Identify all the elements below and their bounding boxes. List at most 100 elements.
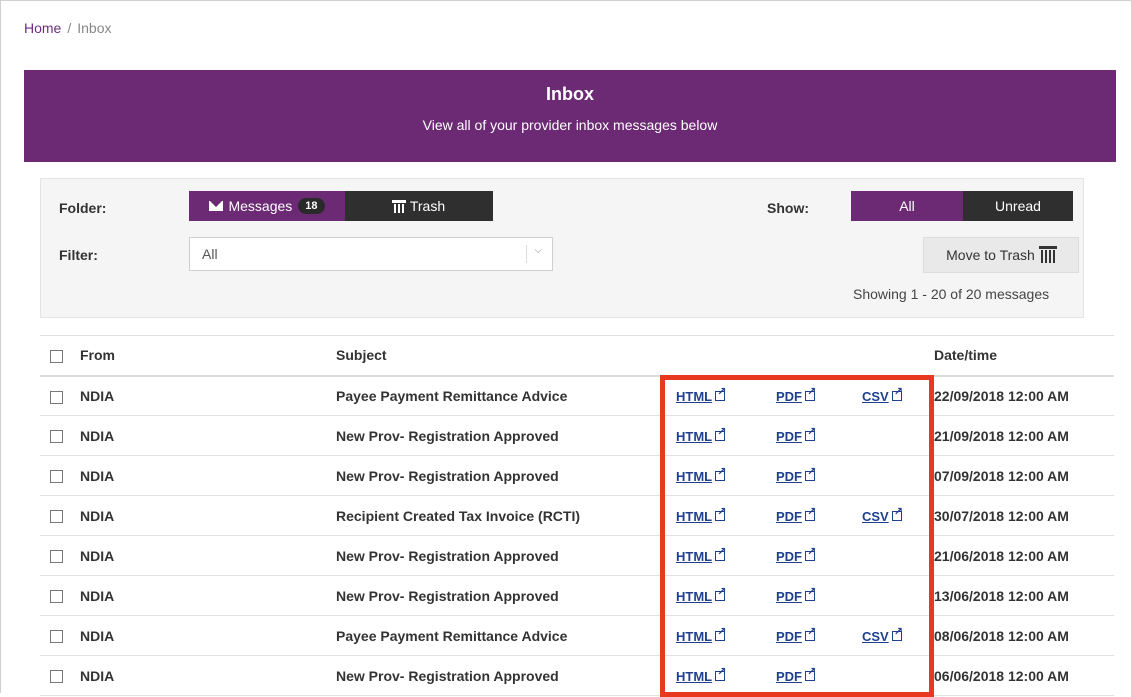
row-checkbox[interactable]	[50, 390, 63, 404]
pdf-link[interactable]: PDF	[776, 549, 802, 564]
html-cell: HTML	[676, 655, 776, 696]
pdf-link[interactable]: PDF	[776, 389, 802, 404]
row-checkbox-cell	[40, 415, 80, 456]
datetime-cell: 21/06/2018 12:00 AM	[934, 535, 1114, 576]
inbox-controls-panel: Folder: Messages 18 Trash Show: All Unre…	[40, 178, 1084, 318]
datetime-cell: 07/09/2018 12:00 AM	[934, 455, 1114, 496]
table-row[interactable]: NDIA Recipient Created Tax Invoice (RCTI)…	[40, 495, 1114, 536]
row-checkbox[interactable]	[50, 590, 63, 604]
subject-cell[interactable]: Payee Payment Remittance Advice	[336, 375, 676, 416]
csv-link-label: CSV	[862, 628, 889, 644]
pdf-cell: PDF	[776, 535, 862, 576]
pdf-link[interactable]: PDF	[776, 629, 802, 644]
breadcrumb-home-link[interactable]: Home	[24, 20, 61, 36]
show-all-button[interactable]: All	[851, 191, 963, 221]
csv-link[interactable]: CSV	[862, 509, 889, 524]
pdf-link[interactable]: PDF	[776, 469, 802, 484]
html-cell: HTML	[676, 455, 776, 496]
external-link-icon	[805, 625, 816, 641]
subject-cell[interactable]: Recipient Created Tax Invoice (RCTI)	[336, 495, 676, 536]
trash-icon	[391, 199, 406, 213]
csv-link[interactable]: CSV	[862, 629, 889, 644]
row-checkbox[interactable]	[50, 550, 63, 564]
row-checkbox[interactable]	[50, 670, 63, 684]
html-link[interactable]: HTML	[676, 389, 712, 404]
table-row[interactable]: NDIANew Prov- Registration ApprovedHTML P…	[40, 655, 1114, 696]
csv-header	[862, 335, 934, 377]
subject-cell[interactable]: New Prov- Registration Approved	[336, 415, 676, 456]
pdf-cell: PDF	[776, 575, 862, 616]
external-link-icon	[715, 545, 726, 561]
external-link-icon	[715, 385, 726, 401]
folder-toggle: Messages 18 Trash	[189, 191, 493, 221]
datetime-header: Date/time	[934, 335, 1114, 377]
pdf-link[interactable]: PDF	[776, 509, 802, 524]
table-row[interactable]: NDIAPayee Payment Remittance AdviceHTML P…	[40, 615, 1114, 656]
pdf-link[interactable]: PDF	[776, 669, 802, 684]
pdf-link[interactable]: PDF	[776, 589, 802, 604]
datetime-cell: 13/06/2018 12:00 AM	[934, 575, 1114, 616]
select-all-checkbox[interactable]	[50, 350, 63, 364]
pdf-link-label: PDF	[776, 668, 802, 684]
messages-count-badge: 18	[298, 198, 325, 214]
html-cell: HTML	[676, 375, 776, 416]
html-link[interactable]: HTML	[676, 629, 712, 644]
html-link-label: HTML	[676, 468, 713, 484]
trash-folder-label: Trash	[409, 198, 446, 214]
datetime-cell: 08/06/2018 12:00 AM	[934, 615, 1114, 656]
row-checkbox-cell	[40, 535, 80, 576]
html-link[interactable]: HTML	[676, 589, 712, 604]
csv-cell	[862, 535, 934, 576]
show-label: Show:	[767, 200, 809, 216]
table-row[interactable]: NDIANew Prov- Registration ApprovedHTML P…	[40, 415, 1114, 456]
subject-cell[interactable]: Payee Payment Remittance Advice	[336, 615, 676, 656]
subject-cell[interactable]: New Prov- Registration Approved	[336, 455, 676, 496]
table-row[interactable]: NDIANew Prov- Registration ApprovedHTML P…	[40, 535, 1114, 576]
subject-cell[interactable]: New Prov- Registration Approved	[336, 655, 676, 696]
html-link-label: HTML	[676, 428, 713, 444]
envelope-icon	[209, 201, 224, 211]
html-header	[676, 335, 776, 377]
external-link-icon	[805, 425, 816, 441]
html-link[interactable]: HTML	[676, 469, 712, 484]
external-link-icon	[715, 585, 726, 601]
html-link[interactable]: HTML	[676, 429, 712, 444]
html-cell: HTML	[676, 495, 776, 536]
from-cell: NDIA	[80, 375, 336, 416]
html-link[interactable]: HTML	[676, 509, 712, 524]
row-checkbox-cell	[40, 495, 80, 536]
from-cell: NDIA	[80, 655, 336, 696]
filter-select[interactable]: All ⌵	[189, 237, 553, 271]
messages-folder-button[interactable]: Messages 18	[189, 191, 345, 221]
csv-link-label: CSV	[862, 388, 889, 404]
subject-cell[interactable]: New Prov- Registration Approved	[336, 575, 676, 616]
csv-cell	[862, 575, 934, 616]
table-row[interactable]: NDIAPayee Payment Remittance AdviceHTML P…	[40, 375, 1114, 416]
external-link-icon	[805, 465, 816, 481]
show-unread-button[interactable]: Unread	[963, 191, 1073, 221]
csv-cell	[862, 655, 934, 696]
row-checkbox[interactable]	[50, 470, 63, 484]
csv-cell: CSV	[862, 615, 934, 656]
breadcrumb-current: Inbox	[77, 20, 112, 36]
table-row[interactable]: NDIANew Prov- Registration ApprovedHTML P…	[40, 575, 1114, 616]
table-row[interactable]: NDIANew Prov- Registration ApprovedHTML P…	[40, 455, 1114, 496]
trash-can-icon	[1038, 246, 1057, 264]
csv-link[interactable]: CSV	[862, 389, 889, 404]
row-checkbox[interactable]	[50, 510, 63, 524]
pdf-link[interactable]: PDF	[776, 429, 802, 444]
external-link-icon	[715, 625, 726, 641]
pdf-cell: PDF	[776, 455, 862, 496]
csv-link-label: CSV	[862, 508, 889, 524]
html-link[interactable]: HTML	[676, 669, 712, 684]
folder-label: Folder:	[59, 200, 107, 216]
row-checkbox[interactable]	[50, 430, 63, 444]
page-title: Inbox	[546, 84, 594, 104]
external-link-icon	[891, 625, 903, 641]
external-link-icon	[891, 505, 903, 521]
row-checkbox[interactable]	[50, 630, 63, 644]
move-to-trash-button[interactable]: Move to Trash	[923, 237, 1079, 273]
trash-folder-button[interactable]: Trash	[345, 191, 493, 221]
html-link[interactable]: HTML	[676, 549, 712, 564]
subject-cell[interactable]: New Prov- Registration Approved	[336, 535, 676, 576]
